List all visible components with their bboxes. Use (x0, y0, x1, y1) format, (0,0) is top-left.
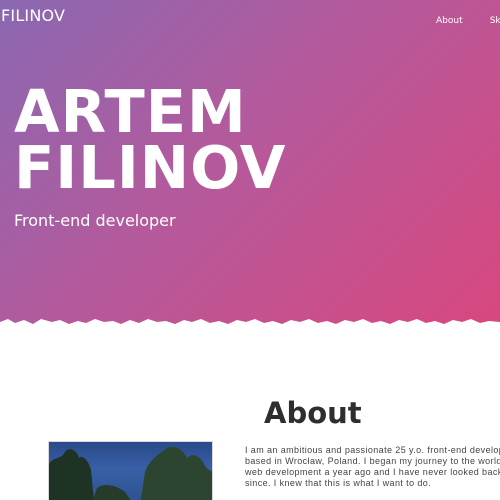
hero-section: FILINOV About Skills ARTEM FILINOV Front… (0, 0, 500, 330)
profile-photo (48, 441, 213, 500)
hero-subtitle: Front-end developer (14, 211, 176, 230)
brand-logo[interactable]: FILINOV (1, 6, 65, 25)
torn-paper-divider (0, 319, 500, 336)
hero-title: ARTEM FILINOV (14, 77, 287, 202)
about-description: I am an ambitious and passionate 25 y.o.… (245, 445, 500, 488)
tree-landscape-image (49, 446, 212, 500)
about-heading: About (264, 396, 362, 430)
hero-title-last-name: FILINOV (14, 133, 287, 202)
top-nav: About Skills (436, 8, 500, 27)
hero-title-first-name: ARTEM (14, 77, 247, 146)
nav-link-skills[interactable]: Skills (490, 16, 500, 26)
nav-link-about[interactable]: About (436, 16, 463, 26)
